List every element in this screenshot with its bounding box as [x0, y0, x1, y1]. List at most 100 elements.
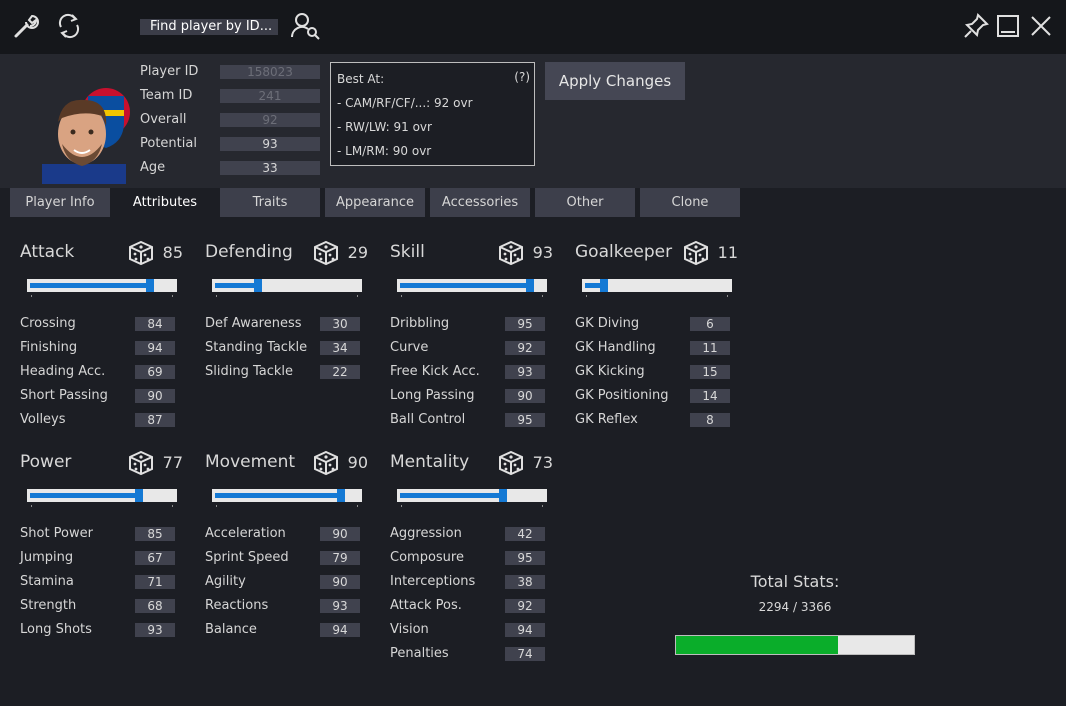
stat-value-field[interactable]: 92	[505, 341, 545, 355]
info-label: Potential	[140, 136, 197, 151]
slider-tick	[216, 505, 217, 507]
stat-value-field[interactable]: 93	[505, 365, 545, 379]
dice-icon[interactable]	[683, 240, 709, 266]
category-title: Goalkeeper	[575, 242, 673, 262]
slider-thumb[interactable]	[135, 489, 143, 502]
dice-icon[interactable]	[498, 450, 524, 476]
slider-tick	[357, 295, 358, 297]
pin-icon[interactable]	[962, 12, 990, 40]
category-title: Attack	[20, 242, 75, 262]
info-field[interactable]: 92	[220, 113, 320, 127]
category-slider[interactable]	[212, 279, 362, 297]
category-slider[interactable]	[397, 489, 547, 507]
slider-thumb[interactable]	[146, 279, 154, 292]
stat-value-field[interactable]: 93	[135, 623, 175, 637]
stat-value-field[interactable]: 95	[505, 317, 545, 331]
stat-value-field[interactable]: 34	[320, 341, 360, 355]
stat-value-field[interactable]: 85	[135, 527, 175, 541]
stat-label: Shot Power	[20, 526, 93, 541]
stat-value-field[interactable]: 30	[320, 317, 360, 331]
stat-label: Acceleration	[205, 526, 286, 541]
stat-value-field[interactable]: 71	[135, 575, 175, 589]
slider-thumb[interactable]	[337, 489, 345, 502]
stat-label: Heading Acc.	[20, 364, 106, 379]
stat-value-field[interactable]: 38	[505, 575, 545, 589]
info-field[interactable]: 241	[220, 89, 320, 103]
refresh-icon[interactable]	[55, 11, 83, 41]
category-slider[interactable]	[397, 279, 547, 297]
stat-label: Long Passing	[390, 388, 475, 403]
slider-thumb[interactable]	[526, 279, 534, 292]
tab-player-info[interactable]: Player Info	[10, 188, 110, 217]
apply-changes-button[interactable]: Apply Changes	[545, 62, 685, 100]
tab-traits[interactable]: Traits	[220, 188, 320, 217]
stat-value-field[interactable]: 69	[135, 365, 175, 379]
info-field[interactable]: 158023	[220, 65, 320, 79]
tab-appearance[interactable]: Appearance	[325, 188, 425, 217]
minimize-icon[interactable]	[996, 14, 1020, 38]
dice-icon[interactable]	[313, 240, 339, 266]
stat-value-field[interactable]: 90	[320, 527, 360, 541]
stat-value-field[interactable]: 92	[505, 599, 545, 613]
user-search-icon[interactable]	[290, 11, 322, 41]
stat-value-field[interactable]: 94	[135, 341, 175, 355]
wrench-icon[interactable]	[12, 12, 40, 40]
stat-value-field[interactable]: 42	[505, 527, 545, 541]
slider-thumb[interactable]	[600, 279, 608, 292]
slider-fill	[215, 493, 341, 498]
info-label: Overall	[140, 112, 187, 127]
category-title: Defending	[205, 242, 293, 262]
slider-thumb[interactable]	[499, 489, 507, 502]
category-value: 11	[717, 243, 738, 262]
slider-thumb[interactable]	[254, 279, 262, 292]
stat-value-field[interactable]: 67	[135, 551, 175, 565]
stat-value-field[interactable]: 79	[320, 551, 360, 565]
tab-attributes[interactable]: Attributes	[115, 188, 215, 217]
stat-value-field[interactable]: 87	[135, 413, 175, 427]
slider-fill	[30, 493, 139, 498]
stat-value-field[interactable]: 74	[505, 647, 545, 661]
info-field[interactable]: 93	[220, 137, 320, 151]
slider-tick	[542, 505, 543, 507]
category-slider[interactable]	[212, 489, 362, 507]
stat-label: Free Kick Acc.	[390, 364, 480, 379]
stat-value-field[interactable]: 95	[505, 551, 545, 565]
stat-value-field[interactable]: 95	[505, 413, 545, 427]
stat-value-field[interactable]: 11	[690, 341, 730, 355]
stat-value-field[interactable]: 22	[320, 365, 360, 379]
find-player-input[interactable]: Find player by ID...	[140, 19, 278, 35]
dice-icon[interactable]	[128, 240, 154, 266]
stat-value-field[interactable]: 84	[135, 317, 175, 331]
stat-label: Stamina	[20, 574, 74, 589]
help-link[interactable]: (?)	[514, 70, 530, 84]
stat-value-field[interactable]: 90	[320, 575, 360, 589]
dice-icon[interactable]	[128, 450, 154, 476]
stat-value-field[interactable]: 6	[690, 317, 730, 331]
stat-value-field[interactable]: 93	[320, 599, 360, 613]
info-label: Team ID	[140, 88, 193, 103]
close-icon[interactable]	[1029, 14, 1053, 38]
stat-value-field[interactable]: 68	[135, 599, 175, 613]
stat-value-field[interactable]: 94	[320, 623, 360, 637]
stat-value-field[interactable]: 15	[690, 365, 730, 379]
stat-value-field[interactable]: 90	[135, 389, 175, 403]
category-slider[interactable]	[582, 279, 732, 297]
category-slider[interactable]	[27, 489, 177, 507]
player-header: Player ID 158023 Team ID 241 Overall 92 Potent…	[0, 54, 1066, 188]
stat-value-field[interactable]: 94	[505, 623, 545, 637]
tab-clone[interactable]: Clone	[640, 188, 740, 217]
category-title: Power	[20, 452, 72, 472]
tab-other[interactable]: Other	[535, 188, 635, 217]
dice-icon[interactable]	[498, 240, 524, 266]
stat-value-field[interactable]: 90	[505, 389, 545, 403]
stat-label: GK Handling	[575, 340, 656, 355]
tab-accessories[interactable]: Accessories	[430, 188, 530, 217]
dice-icon[interactable]	[313, 450, 339, 476]
stat-value-field[interactable]: 14	[690, 389, 730, 403]
category-slider[interactable]	[27, 279, 177, 297]
stat-value-field[interactable]: 8	[690, 413, 730, 427]
info-field[interactable]: 33	[220, 161, 320, 175]
category-title: Skill	[390, 242, 425, 262]
stat-label: Long Shots	[20, 622, 92, 637]
total-stats-fill	[676, 636, 838, 654]
